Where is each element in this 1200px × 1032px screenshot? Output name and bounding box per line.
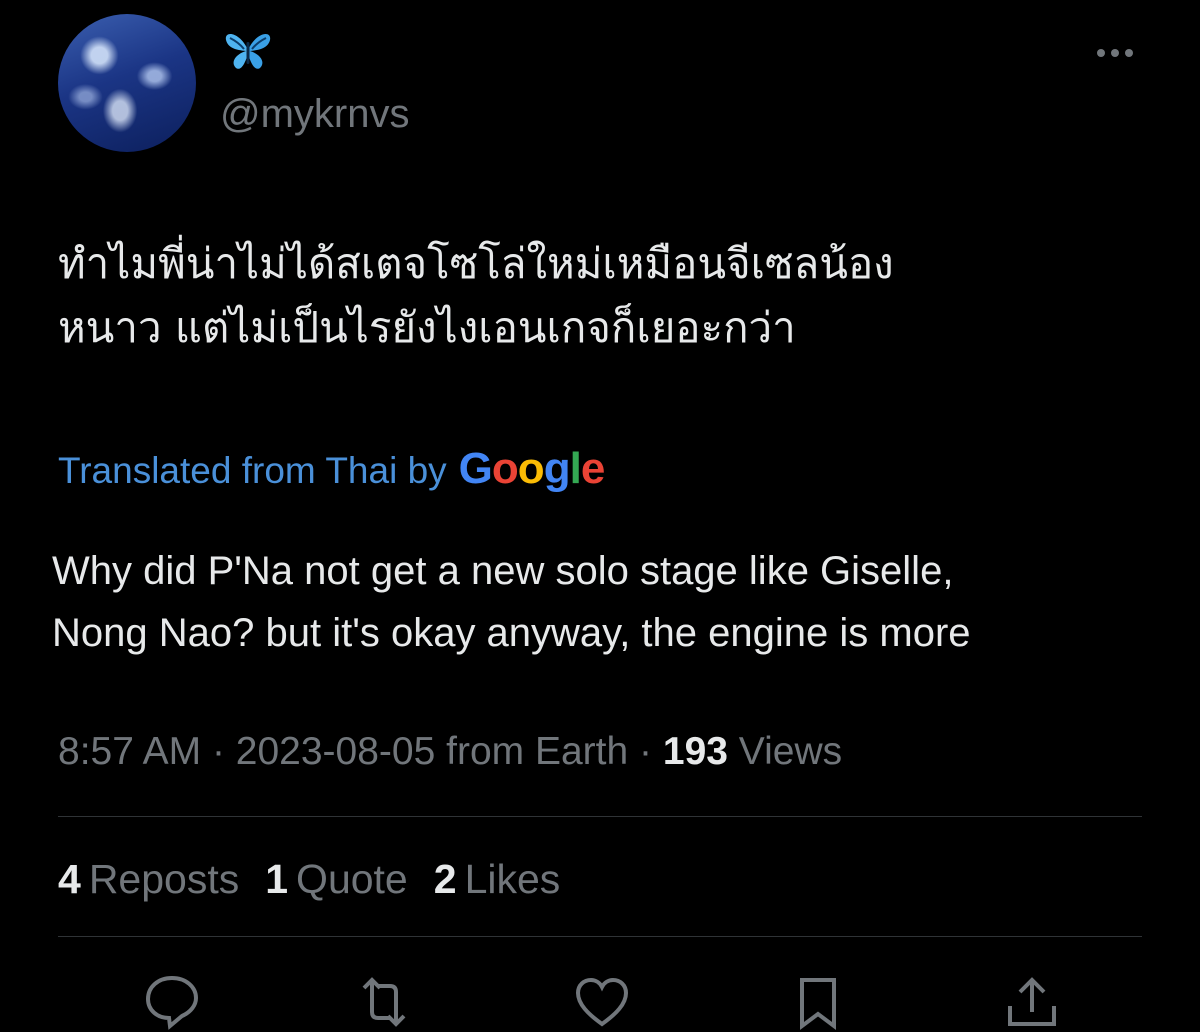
translation-attribution[interactable]: Translated from Thai by Google <box>58 444 606 494</box>
reposts-stat[interactable]: 4 Reposts <box>58 856 239 903</box>
more-horizontal-icon[interactable] <box>1092 36 1138 70</box>
reposts-label: Reposts <box>88 856 240 902</box>
quotes-stat[interactable]: 1 Quote <box>265 856 408 903</box>
google-logo: Google <box>458 444 606 493</box>
meta-separator: · <box>211 730 225 773</box>
tweet-date[interactable]: 2023-08-05 <box>236 730 436 773</box>
tweet-translated-text: Why did P'Na not get a new solo stage li… <box>52 549 971 655</box>
reply-icon[interactable] <box>142 972 202 1032</box>
quotes-count: 1 <box>265 856 289 902</box>
meta-separator: · <box>639 730 653 773</box>
views-label: Views <box>738 730 843 773</box>
tweet-source: from Earth <box>446 730 629 773</box>
tweet-time[interactable]: 8:57 AM <box>58 730 201 773</box>
translated-label: Translated from Thai by <box>58 450 447 491</box>
like-icon[interactable] <box>572 972 632 1032</box>
divider <box>58 936 1142 937</box>
share-icon[interactable] <box>1002 972 1062 1032</box>
likes-label: Likes <box>464 856 561 902</box>
likes-count: 2 <box>433 856 457 902</box>
reposts-count: 4 <box>58 856 81 902</box>
bookmark-icon[interactable] <box>788 972 848 1032</box>
quotes-label: Quote <box>296 856 408 902</box>
author-handle[interactable]: @mykrnvs <box>220 92 410 137</box>
tweet-meta: 8:57 AM · 2023-08-05 from Earth · 193 Vi… <box>58 730 842 774</box>
tweet-original-text: ทำไมพี่น่าไม่ได้สเตจโซโล่ใหม่เหมือนจีเซล… <box>58 239 894 352</box>
likes-stat[interactable]: 2 Likes <box>434 856 561 903</box>
repost-icon[interactable] <box>354 972 414 1032</box>
divider <box>58 816 1142 817</box>
butterfly-emoji-icon <box>225 34 271 69</box>
avatar[interactable] <box>58 14 196 152</box>
views-count: 193 <box>662 730 728 773</box>
engagement-stats: 4 Reposts 1 Quote 2 Likes <box>58 856 560 903</box>
